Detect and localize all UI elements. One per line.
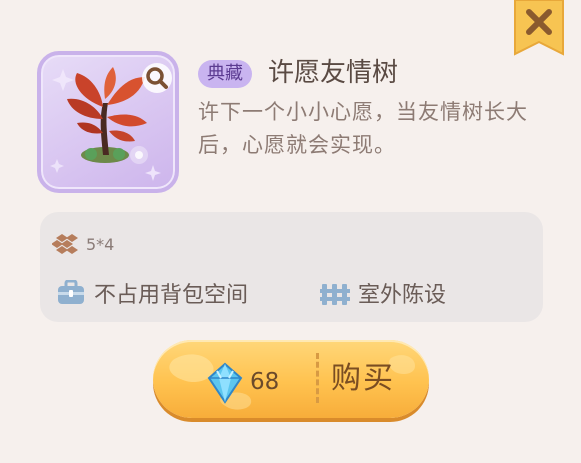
attribute-backpack-text: 不占用背包空间: [94, 283, 249, 308]
item-description: 许下一个小小心愿，当友情树长大后，心愿就会实现。: [198, 100, 528, 157]
close-button[interactable]: [513, 0, 565, 58]
buy-label: 购买: [331, 361, 395, 396]
size-text: 5*4: [86, 234, 115, 254]
tiles-icon: [52, 234, 78, 254]
size-row: 5*4: [52, 232, 114, 256]
attribute-outdoor-text: 室外陈设: [358, 283, 447, 308]
backpack-icon: [58, 280, 84, 304]
collection-tag: 典藏: [198, 60, 252, 88]
zoom-button[interactable]: [141, 62, 173, 94]
close-icon: [514, 0, 564, 56]
diamond-icon: [205, 362, 245, 404]
attribute-backpack: 不占用背包空间: [56, 278, 248, 308]
fence-icon: [320, 284, 350, 305]
button-divider: [316, 353, 319, 403]
item-title: 许愿友情树: [268, 58, 399, 88]
attribute-outdoor: 室外陈设: [320, 278, 446, 308]
magnifier-icon: [142, 63, 172, 93]
price-value: 68: [250, 369, 280, 395]
